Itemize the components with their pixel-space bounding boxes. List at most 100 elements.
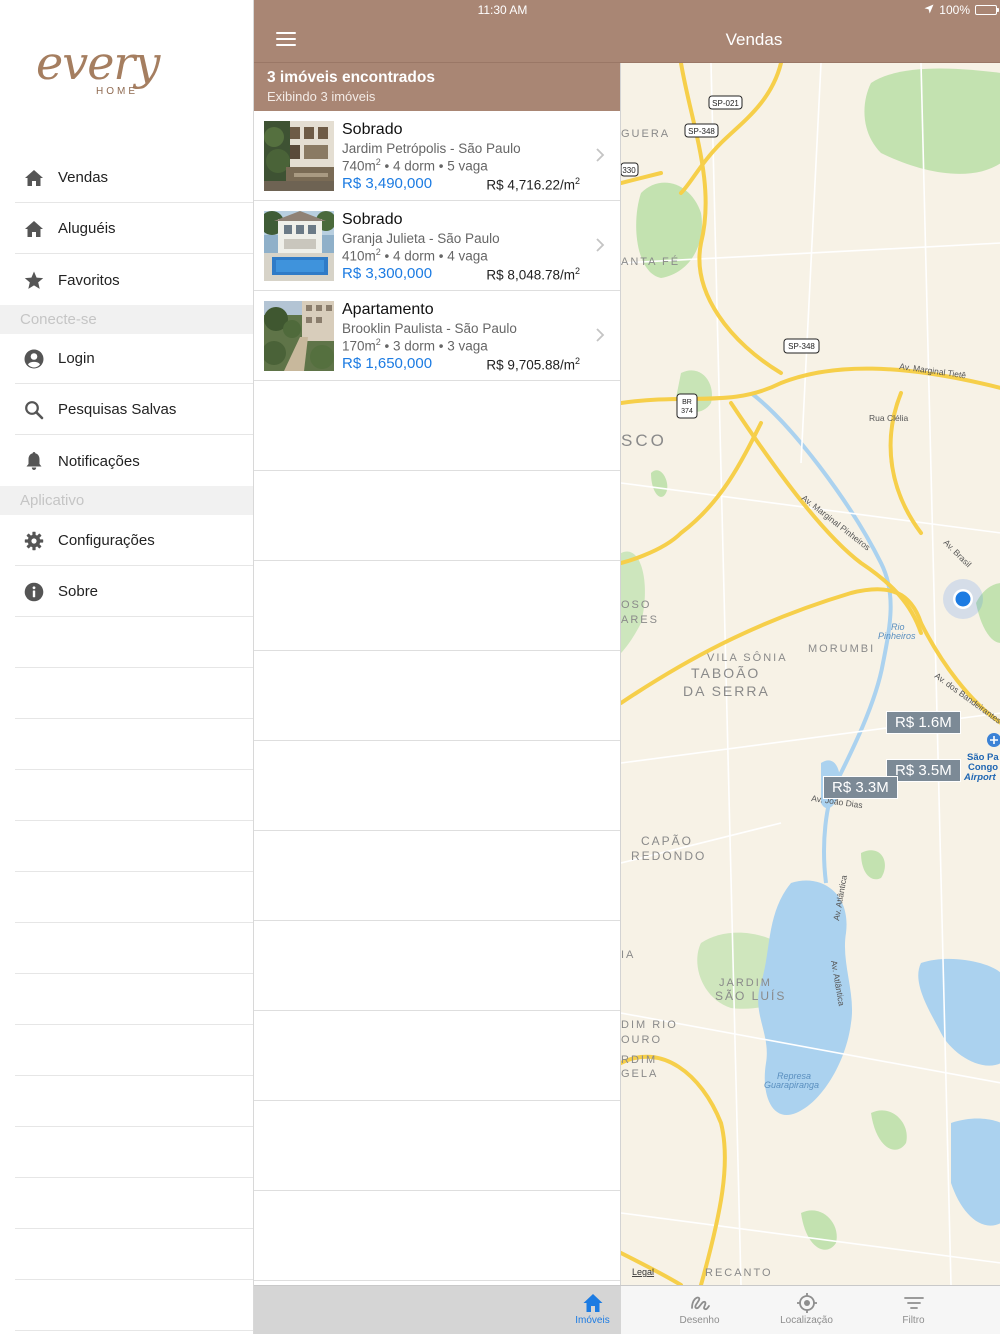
listing-price-per-m2: R$ 4,716.22/m2 [486,176,580,193]
empty-row [15,1127,253,1178]
logo-sub: HOME [96,86,138,97]
sidebar-item-label: Vendas [58,169,109,186]
empty-list-row [254,831,620,921]
listing-type: Apartamento [342,301,434,318]
listing-price-per-m2: R$ 9,705.88/m2 [486,356,580,373]
home-icon [19,214,49,244]
filter-icon [904,1297,924,1309]
tab-label: Localização [780,1315,833,1326]
map-label: IA [621,949,635,961]
shield-330: 330 [622,166,636,175]
highway-shield: SP-348 [783,338,820,354]
main-panel: 11:30 AM 100% Vendas 3 imóveis encontrad… [253,0,1000,1334]
listing-location: Brooklin Paulista - São Paulo [342,321,517,336]
location-arrow-icon [924,3,934,17]
sidebar-item-login[interactable]: Login [15,334,253,384]
road-label: Rua Clélia [869,413,908,423]
navigation-bar: 11:30 AM 100% Vendas [254,0,1000,63]
shield-sp348-b: SP-348 [788,342,815,351]
current-location-icon [943,579,983,619]
sidebar-item-vendas[interactable]: Vendas [15,153,253,203]
empty-list-row [254,1101,620,1191]
shield-sp021: SP-021 [712,99,739,108]
map-label: DA SERRA [683,683,770,699]
empty-row [15,617,253,668]
shield-374: 374 [681,408,693,415]
empty-row [15,668,253,719]
price-tag[interactable]: R$ 3.3M [823,776,898,799]
price-per-m2-value: R$ 4,716.22/m [486,177,575,193]
listing-specs: 410m2 • 4 dorm • 4 vaga [342,247,488,264]
listing-area: 740m [342,158,376,174]
sidebar-item-notificacoes[interactable]: Notificações [15,436,253,486]
empty-list-row [254,921,620,1011]
listing-item[interactable]: Apartamento Brooklin Paulista - São Paul… [254,291,620,381]
map-label: SÃO LUÍS [715,988,786,1003]
sidebar-item-sobre[interactable]: Sobre [15,567,253,617]
empty-row [15,1076,253,1127]
listing-price-per-m2: R$ 8,048.78/m2 [486,266,580,283]
price-per-m2-value: R$ 8,048.78/m [486,267,575,283]
price-tag[interactable]: R$ 1.6M [886,711,961,734]
map-view[interactable]: SP-021 SP-348 330 SP-348 BR 374 GUERA AN… [621,63,1000,1285]
sidebar-item-label: Aluguéis [58,220,116,237]
listing-location: Jardim Petrópolis - São Paulo [342,141,521,156]
listing-photo [264,211,334,281]
chevron-right-icon [596,238,605,252]
status-right: 100% [924,3,999,17]
search-icon [19,395,49,425]
empty-list-row [254,381,620,471]
listing-rooms: • 4 dorm • 4 vaga [380,248,488,264]
sidebar-item-alugueis[interactable]: Aluguéis [15,204,253,254]
listing-price: R$ 3,490,000 [342,175,433,192]
listing-list: 3 imóveis encontrados Exibindo 3 imóveis [254,63,621,1285]
map-label: MORUMBI [808,643,875,655]
tab-filtro[interactable]: Filtro [860,1286,967,1334]
results-header: 3 imóveis encontrados Exibindo 3 imóveis [254,63,620,111]
page-title: Vendas [725,30,783,49]
tab-localizacao[interactable]: Localização [753,1286,860,1334]
listing-type: Sobrado [342,211,403,228]
tab-label: Filtro [902,1315,925,1326]
results-shown: Exibindo 3 imóveis [267,89,376,104]
listing-price: R$ 3,300,000 [342,265,433,282]
map-label: RDIM [621,1054,657,1066]
logo: every HOME [36,36,218,120]
ppm-superscript: 2 [574,176,580,186]
road-label: Av. Marginal Pinheiros [800,493,873,553]
map-label: DIM RIO [621,1019,678,1031]
user-icon [19,344,49,374]
menu-icon[interactable] [276,32,296,48]
star-icon [19,265,49,295]
sidebar-item-pesquisas-salvas[interactable]: Pesquisas Salvas [15,385,253,435]
map-label: ANTA FÉ [621,255,680,268]
shield-sp348: SP-348 [688,127,715,136]
results-count: 3 imóveis encontrados [267,69,435,86]
sidebar-item-label: Favoritos [58,271,120,289]
tab-imoveis[interactable]: Imóveis [539,1286,646,1334]
listing-item[interactable]: Sobrado Jardim Petrópolis - São Paulo 74… [254,111,620,201]
empty-row [15,872,253,923]
listing-item[interactable]: Sobrado Granja Julieta - São Paulo 410m2… [254,201,620,291]
tab-desenho[interactable]: Desenho [646,1286,753,1334]
map-label: GUERA [621,128,670,140]
empty-row [15,719,253,770]
sidebar-item-label: Sobre [58,583,99,600]
empty-row [15,1178,253,1229]
sidebar-item-configuracoes[interactable]: Configurações [15,516,253,566]
sidebar-item-label: Login [58,350,95,367]
section-header-connect: Conecte-se [0,305,253,334]
listing-location: Granja Julieta - São Paulo [342,231,500,246]
highway-shield: 330 [621,162,639,177]
sidebar-item-favoritos[interactable]: Favoritos [15,255,253,305]
map-label: GELA [621,1068,658,1080]
bell-icon [19,446,49,476]
sidebar: every HOME Vendas Aluguéis Favoritos Con… [0,0,253,1334]
airport-label: Airport [963,772,997,783]
chevron-right-icon [596,328,605,342]
map-legal-link[interactable]: Legal [632,1267,654,1277]
section-header-app: Aplicativo [0,486,253,515]
map-label: VILA SÔNIA [707,651,788,664]
home-icon [19,163,49,193]
empty-row [15,770,253,821]
